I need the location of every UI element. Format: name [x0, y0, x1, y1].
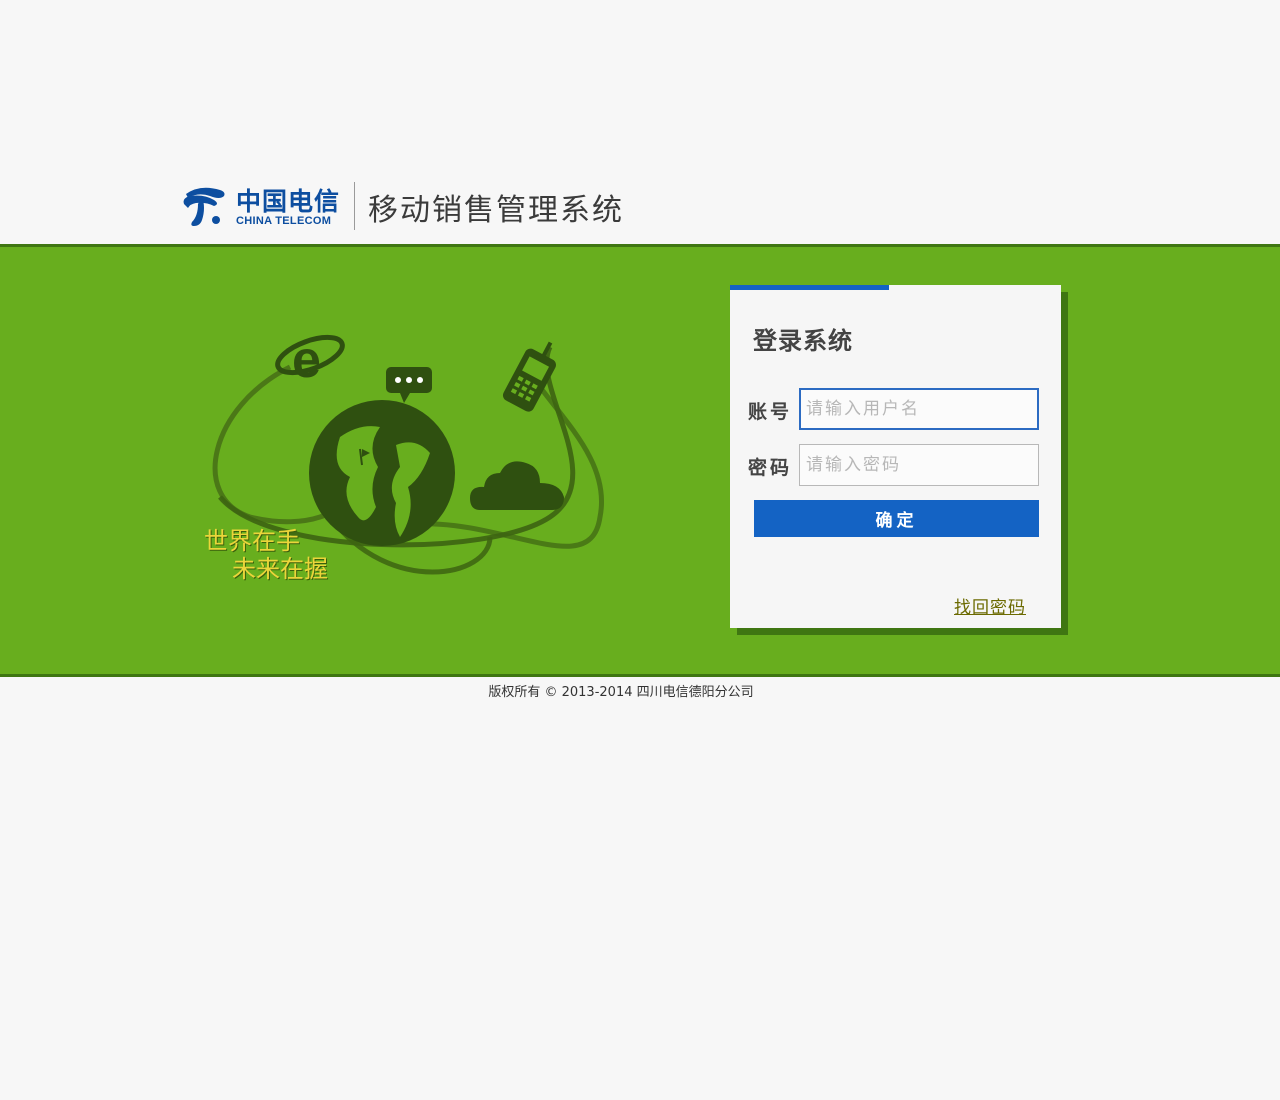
logo-divider [354, 182, 355, 230]
svg-text:e: e [292, 331, 321, 389]
system-title: 移动销售管理系统 [368, 193, 624, 228]
password-label: 密码 [748, 457, 793, 479]
login-panel: 登录系统 账号 密码 确定 找回密码 [730, 285, 1061, 628]
account-input[interactable] [799, 388, 1039, 430]
brand-name-en: CHINA TELECOM [236, 215, 332, 227]
password-input[interactable] [799, 444, 1039, 486]
page-header: 中国电信 CHINA TELECOM 移动销售管理系统 [0, 0, 1280, 244]
chat-bubble-icon [386, 367, 432, 403]
copyright-text: 版权所有 © 2013-2014 四川电信德阳分公司 [488, 685, 754, 700]
globe-icon [309, 400, 455, 546]
page-footer: 版权所有 © 2013-2014 四川电信德阳分公司 [0, 681, 1280, 700]
login-panel-accent-bar [730, 285, 889, 290]
china-telecom-logo-icon [183, 187, 225, 226]
internet-explorer-icon: e [275, 331, 345, 389]
slogan-line-2: 未来在握 [232, 555, 328, 583]
login-title: 登录系统 [753, 327, 853, 355]
submit-button[interactable]: 确定 [754, 500, 1039, 537]
brand-name-cn: 中国电信 [236, 187, 341, 216]
login-banner: e 世界在手 未来在握 登录系统 账号 请输入用户名 密码 确定 找回密码 [0, 244, 1280, 677]
cloud-icon [470, 461, 564, 510]
account-label: 账号 [748, 401, 793, 423]
banner-slogan: 世界在手 未来在握 [204, 527, 328, 583]
forgot-password-link[interactable]: 找回密码 [954, 593, 1026, 618]
slogan-line-1: 世界在手 [204, 527, 300, 555]
brand-logo: 中国电信 CHINA TELECOM 移动销售管理系统 [180, 180, 650, 230]
